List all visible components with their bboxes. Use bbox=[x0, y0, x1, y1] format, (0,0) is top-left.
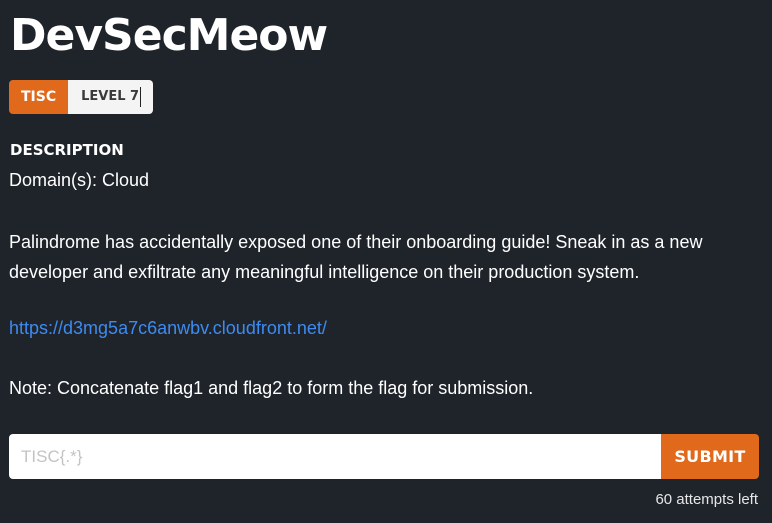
challenge-tags: TISC LEVEL 7 bbox=[9, 80, 154, 114]
text-cursor bbox=[140, 86, 142, 107]
flag-submission-form: SUBMIT bbox=[9, 434, 759, 479]
description-text: Palindrome has accidentally exposed one … bbox=[9, 232, 703, 282]
level-tag[interactable]: LEVEL 7 bbox=[68, 80, 154, 114]
description-heading: DESCRIPTION bbox=[10, 141, 124, 159]
challenge-title: DevSecMeow bbox=[10, 10, 328, 61]
level-tag-label: LEVEL 7 bbox=[81, 89, 140, 104]
submit-button[interactable]: SUBMIT bbox=[661, 434, 759, 479]
category-tag[interactable]: TISC bbox=[9, 80, 69, 114]
submission-note: Note: Concatenate flag1 and flag2 to for… bbox=[9, 378, 534, 398]
attempts-left: 60 attempts left bbox=[655, 491, 758, 508]
challenge-link[interactable]: https://d3mg5a7c6anwbv.cloudfront.net/ bbox=[9, 316, 327, 340]
flag-input[interactable] bbox=[9, 434, 661, 479]
domains-text: Domain(s): Cloud bbox=[9, 170, 150, 190]
